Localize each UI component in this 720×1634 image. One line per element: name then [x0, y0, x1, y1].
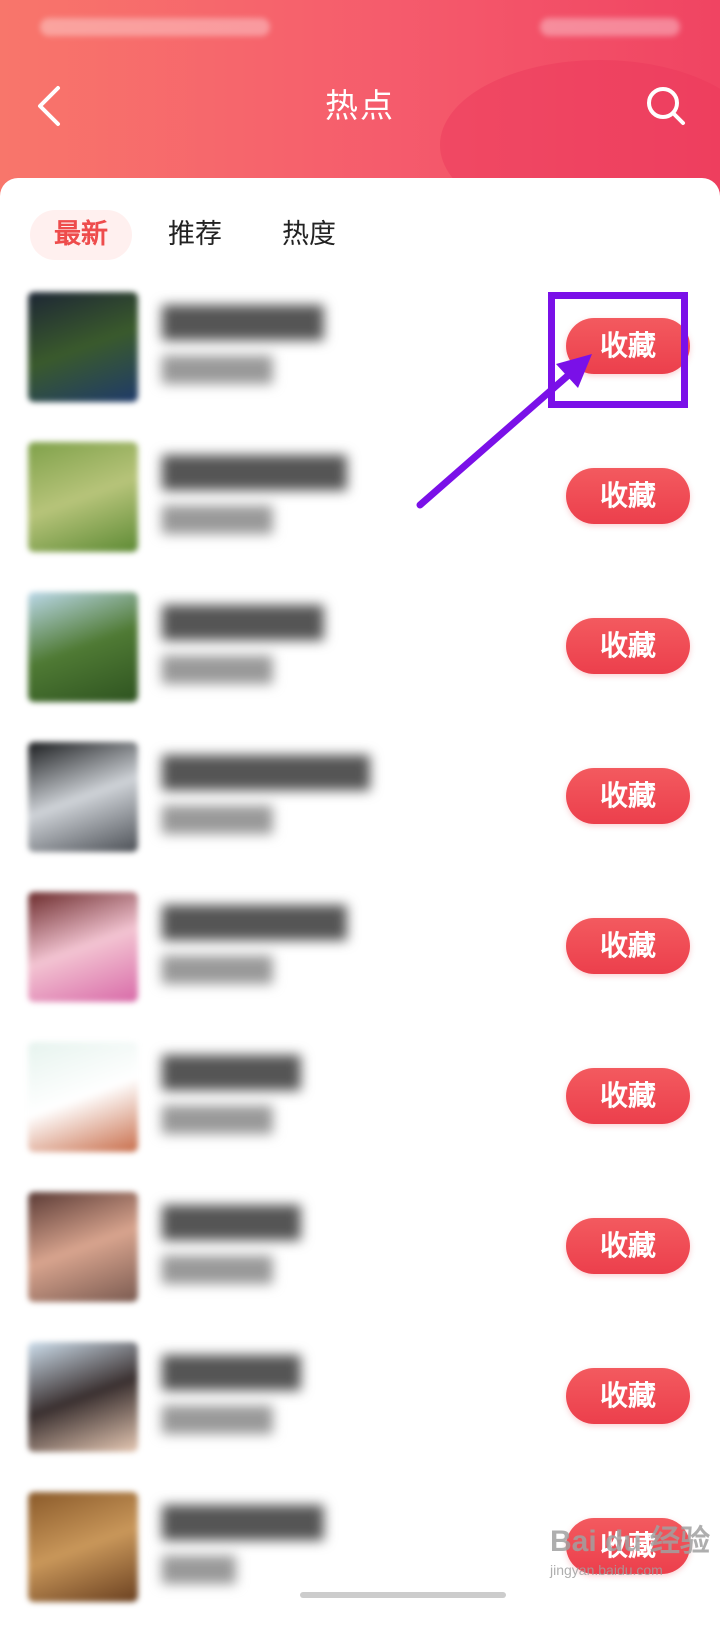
status-bar-right [540, 18, 680, 36]
chevron-left-icon [38, 86, 60, 126]
item-title: ███████ [162, 306, 324, 341]
item-count: ██████ [162, 506, 273, 534]
favorite-button[interactable]: 收藏 [566, 318, 690, 374]
tab-bar: 最新 推荐 热度 [30, 210, 372, 260]
list-item[interactable]: ██████ ██████ 收藏 [0, 1334, 720, 1484]
item-title: ██████ [162, 1206, 301, 1241]
search-icon [647, 87, 685, 125]
item-count: ████ [162, 1556, 236, 1584]
thumbnail-image [28, 292, 138, 402]
favorite-button[interactable]: 收藏 [566, 468, 690, 524]
item-count: ██████ [162, 806, 273, 834]
hot-list: ███████ ██████ 收藏 ████████ ██████ 收藏 ███████ ██… [0, 284, 720, 1634]
list-item[interactable]: ███████ ██████ 收藏 [0, 284, 720, 434]
favorite-button[interactable]: 收藏 [566, 918, 690, 974]
tab-latest[interactable]: 最新 [30, 210, 132, 260]
tab-popularity[interactable]: 热度 [258, 210, 360, 260]
favorite-button[interactable]: 收藏 [566, 1068, 690, 1124]
tab-recommended[interactable]: 推荐 [144, 210, 246, 260]
item-title: █████████ [162, 756, 370, 791]
thumbnail-image [28, 442, 138, 552]
favorite-button[interactable]: 收藏 [566, 768, 690, 824]
list-item[interactable]: ███████ ██████ 收藏 [0, 584, 720, 734]
item-title: ██████ [162, 1356, 301, 1391]
list-item[interactable]: ███████ ████ 收藏 [0, 1484, 720, 1634]
search-button[interactable] [638, 78, 694, 134]
thumbnail-image [28, 1192, 138, 1302]
list-item[interactable]: ████████ ██████ 收藏 [0, 434, 720, 584]
home-indicator[interactable] [300, 1592, 506, 1598]
item-count: ██████ [162, 956, 273, 984]
status-bar [0, 0, 720, 56]
item-title: ████████ [162, 906, 347, 941]
favorite-button[interactable]: 收藏 [566, 1368, 690, 1424]
list-item[interactable]: ██████ ██████ 收藏 [0, 1184, 720, 1334]
back-button[interactable] [22, 78, 78, 134]
thumbnail-image [28, 742, 138, 852]
list-item[interactable]: ████████ ██████ 收藏 [0, 884, 720, 1034]
content-panel: 最新 推荐 热度 ███████ ██████ 收藏 ████████ ██████ 收藏… [0, 178, 720, 1602]
item-title: ██████ [162, 1056, 301, 1091]
item-count: ██████ [162, 356, 273, 384]
thumbnail-image [28, 1342, 138, 1452]
favorite-button[interactable]: 收藏 [566, 1518, 690, 1574]
item-title: ███████ [162, 1506, 324, 1541]
item-count: ██████ [162, 1256, 273, 1284]
item-count: ██████ [162, 1106, 273, 1134]
item-count: ██████ [162, 656, 273, 684]
favorite-button[interactable]: 收藏 [566, 618, 690, 674]
list-item[interactable]: ██████ ██████ 收藏 [0, 1034, 720, 1184]
thumbnail-image [28, 1042, 138, 1152]
thumbnail-image [28, 1492, 138, 1602]
status-bar-left [40, 18, 270, 36]
favorite-button[interactable]: 收藏 [566, 1218, 690, 1274]
item-count: ██████ [162, 1406, 273, 1434]
list-item[interactable]: █████████ ██████ 收藏 [0, 734, 720, 884]
item-title: ████████ [162, 456, 347, 491]
item-title: ███████ [162, 606, 324, 641]
thumbnail-image [28, 592, 138, 702]
thumbnail-image [28, 892, 138, 1002]
